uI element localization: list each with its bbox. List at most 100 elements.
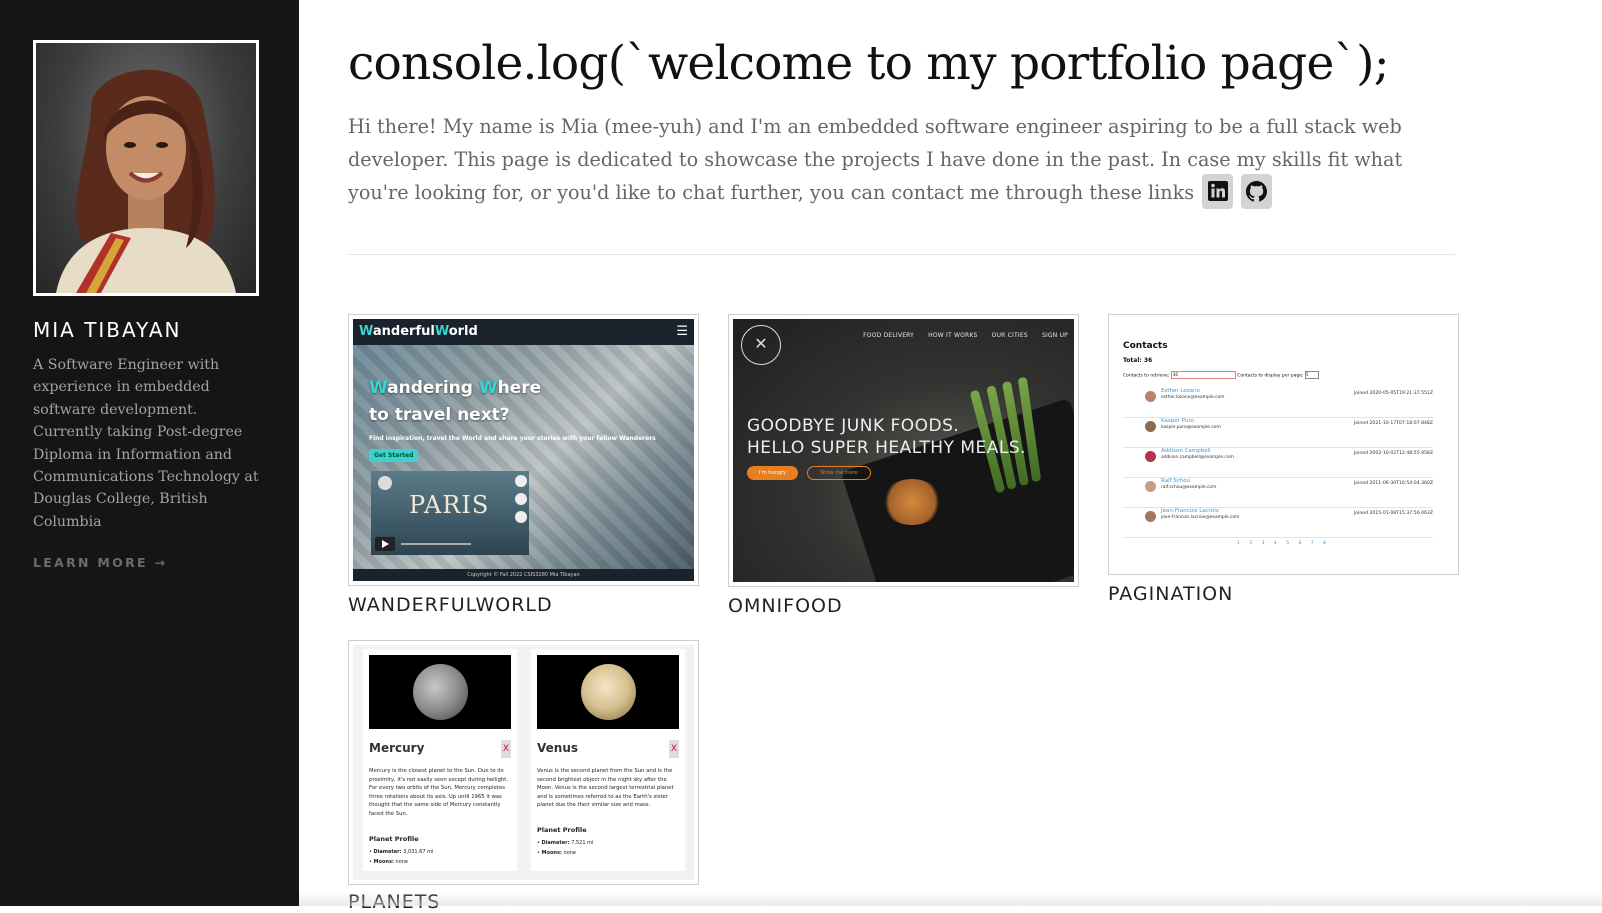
github-link[interactable] [1241,173,1273,209]
contact-name: Jean-Francois Lacroix [1161,508,1220,514]
contact-email: kasper.puro@example.com [1161,425,1221,430]
nav-link: SIGN UP [1041,332,1068,339]
contacts-total: Total: 36 [1123,357,1153,364]
nav-link: FOOD DELIVERY [863,332,915,339]
contact-joined: Joined 2015-01-08T15:37:56.063Z [1353,511,1433,516]
section-divider [348,254,1455,255]
avatar [1145,421,1156,432]
preview-footer: Copyright © Fall 2022 CSIS3280 Mia Tibay… [353,569,694,581]
github-icon [1246,180,1268,201]
intro-text: Hi there! My name is Mia (mee-yuh) and I… [348,110,1428,212]
contact-name: Esther Lozano [1161,388,1200,394]
headline-part: here [497,378,542,398]
profile-photo [56,69,236,293]
project-thumbnail[interactable]: Mercury X Mercury is the closest planet … [348,640,699,885]
linkedin-link[interactable] [1202,173,1234,209]
diameter-value: 3,031.67 mi [403,849,434,855]
brand-part: W [434,324,449,339]
moons-value: none [395,859,409,865]
contact-email: ralf.schou@example.com [1161,485,1217,490]
food-image [881,479,943,525]
headline-line: HELLO SUPER HEALTHY MEALS. [747,438,1027,458]
contact-name: Ralf Schou [1161,478,1191,484]
retrieve-label: Contacts to retrieve: [1123,373,1170,379]
linkedin-icon [1207,180,1228,201]
pagination-controls: Contacts to retrieve: 36 Contacts to dis… [1123,371,1319,379]
planet-profile-heading: Planet Profile [537,826,587,834]
learn-more-link[interactable]: LEARN MORE → [33,555,167,570]
planet-card: Mercury X Mercury is the closest planet … [363,649,517,871]
avatar [1145,511,1156,522]
table-row: Ralf Schou ralf.schou@example.com Joined… [1123,478,1433,508]
project-thumbnail[interactable]: WanderfulWorld ☰ Wandering Where to trav… [348,314,699,586]
contact-email: jean-francois.lacroix@example.com [1161,515,1240,520]
diameter-value: 7,521 mi [571,840,594,846]
planet-description: Venus is the second planet from the Sun … [537,768,674,808]
contact-email: addison.campbell@example.com [1161,455,1234,460]
avatar [33,40,259,296]
profile-name: MIA TIBAYAN [33,318,182,342]
per-page-select: 5 [1304,371,1319,379]
table-row: Jean-Francois Lacroix jean-francois.lacr… [1123,508,1433,538]
retrieve-input: 36 [1170,371,1236,379]
headline-part: W [478,378,498,398]
page-links: 1 2 3 4 5 6 7 8 [1237,541,1330,546]
headline-part: to travel next? [369,405,510,425]
planet-profile-heading: Planet Profile [369,835,419,843]
project-title[interactable]: WANDERFULWORLD [348,594,699,616]
nav-link: OUR CITIES [991,332,1028,339]
moons-value: none [563,850,577,856]
project-card-omnifood: ✕ FOOD DELIVERY HOW IT WORKS OUR CITIES … [728,314,1079,617]
fork-knife-icon: ✕ [741,325,781,365]
wanderfulworld-preview: WanderfulWorld ☰ Wandering Where to trav… [353,319,694,581]
contact-email: esther.lozano@example.com [1161,395,1225,400]
planets-preview: Mercury X Mercury is the closest planet … [353,645,694,880]
planet-image [537,655,679,729]
venus-image [581,664,636,720]
brand-part: anderful [372,324,435,339]
mercury-image [413,664,468,720]
show-more-button: Show me more [807,466,871,480]
project-title[interactable]: PAGINATION [1108,583,1459,605]
project-thumbnail[interactable]: ✕ FOOD DELIVERY HOW IT WORKS OUR CITIES … [728,314,1079,587]
preview-headline: Wandering Where to travel next? [369,375,541,429]
planet-name: Venus [537,741,578,755]
diameter-label: Diameter: [541,840,570,846]
contacts-heading: Contacts [1123,341,1168,351]
diameter-label: Diameter: [373,849,402,855]
contact-joined: Joined 2020-05-05T19:21:37.551Z [1353,391,1433,396]
table-row: Esther Lozano esther.lozano@example.com … [1123,388,1433,418]
close-button: X [501,740,511,758]
headline-line: GOODBYE JUNK FOODS. [747,416,960,436]
contact-name: Addison Campbell [1161,448,1211,454]
get-started-button: Get Started [369,449,419,462]
project-card-pagination: Contacts Total: 36 Contacts to retrieve:… [1108,314,1459,605]
close-button: X [669,740,679,758]
planet-name: Mercury [369,741,425,755]
sidebar: MIA TIBAYAN A Software Engineer with exp… [0,0,299,906]
preview-navbar: WanderfulWorld ☰ [353,319,694,345]
contact-joined: Joined 2002-10-02T12:48:55.958Z [1353,451,1433,456]
avatar [1145,451,1156,462]
video-embed: PARIS [371,471,529,555]
preview-subtitle: Find inspiration, travel the World and s… [369,435,656,442]
per-page-label: Contacts to display per page: [1237,373,1304,379]
planet-image [369,655,511,729]
nav-link: HOW IT WORKS [928,332,978,339]
project-card-planets: Mercury X Mercury is the closest planet … [348,640,699,913]
project-title[interactable]: OMNIFOOD [728,595,1079,617]
video-controls [375,475,527,551]
contact-joined: Joined 2021-10-17T07:18:07.848Z [1353,421,1433,426]
moons-label: Moons: [541,850,562,856]
project-thumbnail[interactable]: Contacts Total: 36 Contacts to retrieve:… [1108,314,1459,575]
planet-card: Venus X Venus is the second planet from … [531,649,685,871]
preview-headline: GOODBYE JUNK FOODS. HELLO SUPER HEALTHY … [747,415,1026,459]
planet-description: Mercury is the closest planet to the Sun… [369,768,509,817]
planet-profile-list: • Diameter: 3,031.67 mi • Moons: none [369,849,434,865]
contact-joined: Joined 2011-06-30T16:54:04.360Z [1353,481,1433,486]
moons-label: Moons: [373,859,394,865]
project-card-wanderfulworld: WanderfulWorld ☰ Wandering Where to trav… [348,314,699,616]
page-title: console.log(`welcome to my portfolio pag… [348,36,1390,91]
omnifood-preview: ✕ FOOD DELIVERY HOW IT WORKS OUR CITIES … [733,319,1074,582]
brand-part: orld [448,324,478,339]
